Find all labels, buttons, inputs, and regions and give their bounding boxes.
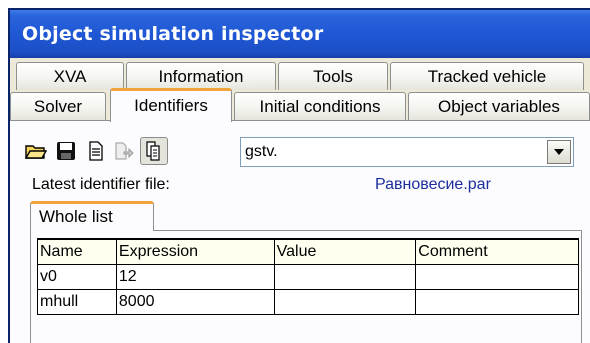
- latest-file-name: Равновесие.par: [375, 176, 491, 193]
- column-header-name[interactable]: Name: [37, 238, 117, 265]
- tab-row-back: XVA Information Tools Tracked vehicle: [10, 62, 590, 90]
- identifiers-table: Name Expression Value Comment v0 12 mhul: [37, 238, 579, 315]
- window-title: Object simulation inspector: [10, 10, 590, 58]
- export-icon[interactable]: [112, 139, 136, 163]
- cell-name[interactable]: v0: [37, 263, 117, 290]
- tab-whole-list[interactable]: Whole list: [30, 201, 154, 231]
- document-icon[interactable]: [84, 139, 108, 163]
- latest-file-label: Latest identifier file:: [32, 176, 170, 193]
- tab-initial-conditions[interactable]: Initial conditions: [234, 92, 406, 120]
- table-row[interactable]: mhull 8000: [37, 288, 579, 315]
- table-row[interactable]: v0 12: [37, 263, 579, 290]
- combo-value: gstv.: [245, 143, 278, 160]
- copy-icon[interactable]: [140, 137, 168, 165]
- tab-tracked-vehicle[interactable]: Tracked vehicle: [390, 62, 584, 90]
- identifiers-page: gstv. Latest identifier file: Равновесие…: [10, 120, 590, 343]
- cell-comment[interactable]: [415, 263, 579, 290]
- cell-name[interactable]: mhull: [37, 288, 117, 315]
- save-icon[interactable]: [54, 139, 78, 163]
- open-folder-icon[interactable]: [24, 139, 48, 163]
- column-header-expression[interactable]: Expression: [115, 238, 275, 265]
- tab-object-variables[interactable]: Object variables: [408, 92, 590, 120]
- cell-expression[interactable]: 12: [115, 263, 275, 290]
- tab-xva[interactable]: XVA: [16, 62, 124, 90]
- tab-information[interactable]: Information: [126, 62, 276, 90]
- tab-tools[interactable]: Tools: [278, 62, 388, 90]
- tab-solver[interactable]: Solver: [10, 92, 106, 120]
- column-header-comment[interactable]: Comment: [415, 238, 579, 265]
- tab-identifiers[interactable]: Identifiers: [110, 88, 232, 122]
- cell-value[interactable]: [273, 288, 417, 315]
- cell-expression[interactable]: 8000: [115, 288, 275, 315]
- chevron-down-icon[interactable]: [547, 140, 571, 164]
- identifier-prefix-combo[interactable]: gstv.: [240, 137, 574, 167]
- cell-value[interactable]: [273, 263, 417, 290]
- inspector-window: Object simulation inspector XVA Informat…: [8, 8, 590, 343]
- identifiers-toolbar: gstv.: [20, 135, 580, 167]
- whole-list-panel: Name Expression Value Comment v0 12 mhul: [30, 230, 582, 343]
- cell-comment[interactable]: [415, 288, 579, 315]
- column-header-value[interactable]: Value: [273, 238, 417, 265]
- tab-row-front: Solver Identifiers Initial conditions Ob…: [10, 88, 590, 122]
- table-header-row: Name Expression Value Comment: [37, 238, 579, 265]
